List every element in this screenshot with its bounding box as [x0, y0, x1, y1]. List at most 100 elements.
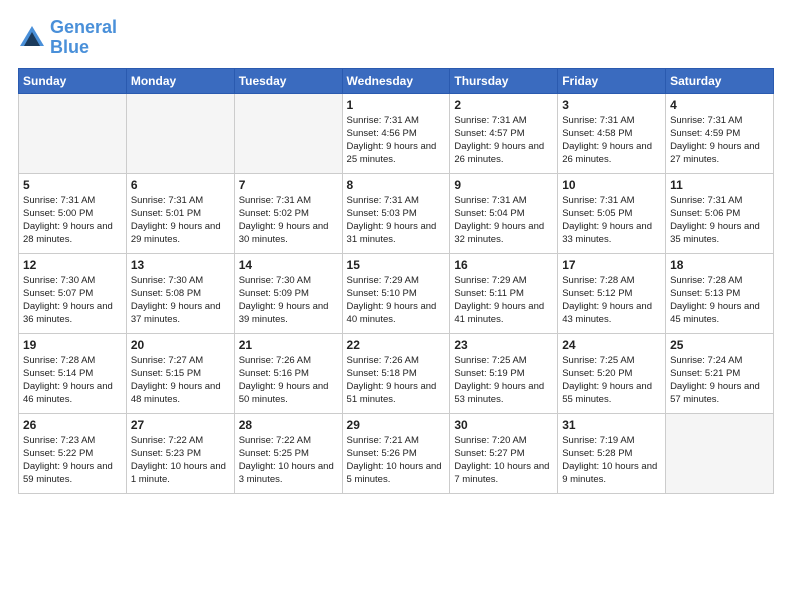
calendar-cell	[234, 93, 342, 173]
weekday-header-monday: Monday	[126, 68, 234, 93]
calendar-cell: 20 Sunrise: 7:27 AM Sunset: 5:15 PM Dayli…	[126, 333, 234, 413]
cell-info: Sunrise: 7:25 AM Sunset: 5:20 PM Dayligh…	[562, 354, 661, 407]
week-row-4: 19 Sunrise: 7:28 AM Sunset: 5:14 PM Dayli…	[19, 333, 774, 413]
logo-text: General Blue	[50, 18, 117, 58]
cell-info: Sunrise: 7:31 AM Sunset: 4:58 PM Dayligh…	[562, 114, 661, 167]
cell-info: Sunrise: 7:30 AM Sunset: 5:08 PM Dayligh…	[131, 274, 230, 327]
calendar-cell: 1Sunrise: 7:31 AM Sunset: 4:56 PM Daylig…	[342, 93, 450, 173]
day-number: 2	[454, 98, 553, 112]
day-number: 21	[239, 338, 338, 352]
day-number: 11	[670, 178, 769, 192]
calendar-cell: 18Sunrise: 7:28 AM Sunset: 5:13 PM Dayli…	[666, 253, 774, 333]
day-number: 26	[23, 418, 122, 432]
calendar-cell: 11 Sunrise: 7:31 AM Sunset: 5:06 PM Dayli…	[666, 173, 774, 253]
day-number: 9	[454, 178, 553, 192]
day-number: 28	[239, 418, 338, 432]
week-row-2: 5 Sunrise: 7:31 AM Sunset: 5:00 PM Daylig…	[19, 173, 774, 253]
calendar-cell: 7 Sunrise: 7:31 AM Sunset: 5:02 PM Daylig…	[234, 173, 342, 253]
calendar-cell: 2 Sunrise: 7:31 AM Sunset: 4:57 PM Daylig…	[450, 93, 558, 173]
cell-info: Sunrise: 7:25 AM Sunset: 5:19 PM Dayligh…	[454, 354, 553, 407]
calendar-cell: 24 Sunrise: 7:25 AM Sunset: 5:20 PM Dayli…	[558, 333, 666, 413]
cell-info: Sunrise: 7:31 AM Sunset: 5:02 PM Dayligh…	[239, 194, 338, 247]
day-number: 14	[239, 258, 338, 272]
logo-icon	[18, 24, 46, 52]
calendar-cell: 16 Sunrise: 7:29 AM Sunset: 5:11 PM Dayli…	[450, 253, 558, 333]
weekday-header-saturday: Saturday	[666, 68, 774, 93]
cell-info: Sunrise: 7:31 AM Sunset: 5:06 PM Dayligh…	[670, 194, 769, 247]
calendar-cell: 15Sunrise: 7:29 AM Sunset: 5:10 PM Dayli…	[342, 253, 450, 333]
page: General Blue SundayMondayTuesdayWednesda…	[0, 0, 792, 612]
calendar-cell: 4 Sunrise: 7:31 AM Sunset: 4:59 PM Daylig…	[666, 93, 774, 173]
day-number: 18	[670, 258, 769, 272]
cell-info: Sunrise: 7:27 AM Sunset: 5:15 PM Dayligh…	[131, 354, 230, 407]
cell-info: Sunrise: 7:31 AM Sunset: 5:03 PM Dayligh…	[347, 194, 446, 247]
day-number: 17	[562, 258, 661, 272]
calendar-cell	[126, 93, 234, 173]
day-number: 31	[562, 418, 661, 432]
cell-info: Sunrise: 7:28 AM Sunset: 5:14 PM Dayligh…	[23, 354, 122, 407]
calendar-cell: 17 Sunrise: 7:28 AM Sunset: 5:12 PM Dayli…	[558, 253, 666, 333]
day-number: 24	[562, 338, 661, 352]
weekday-header-friday: Friday	[558, 68, 666, 93]
calendar-cell: 19 Sunrise: 7:28 AM Sunset: 5:14 PM Dayli…	[19, 333, 127, 413]
calendar-cell: 27 Sunrise: 7:22 AM Sunset: 5:23 PM Dayli…	[126, 413, 234, 493]
day-number: 22	[347, 338, 446, 352]
calendar-cell: 6Sunrise: 7:31 AM Sunset: 5:01 PM Daylig…	[126, 173, 234, 253]
weekday-header-thursday: Thursday	[450, 68, 558, 93]
calendar-table: SundayMondayTuesdayWednesdayThursdayFrid…	[18, 68, 774, 494]
day-number: 29	[347, 418, 446, 432]
day-number: 19	[23, 338, 122, 352]
day-number: 7	[239, 178, 338, 192]
cell-info: Sunrise: 7:31 AM Sunset: 5:04 PM Dayligh…	[454, 194, 553, 247]
calendar-cell: 5 Sunrise: 7:31 AM Sunset: 5:00 PM Daylig…	[19, 173, 127, 253]
calendar-cell	[19, 93, 127, 173]
cell-info: Sunrise: 7:26 AM Sunset: 5:16 PM Dayligh…	[239, 354, 338, 407]
day-number: 20	[131, 338, 230, 352]
day-number: 12	[23, 258, 122, 272]
calendar-cell: 29Sunrise: 7:21 AM Sunset: 5:26 PM Dayli…	[342, 413, 450, 493]
weekday-header-tuesday: Tuesday	[234, 68, 342, 93]
cell-info: Sunrise: 7:31 AM Sunset: 4:59 PM Dayligh…	[670, 114, 769, 167]
cell-info: Sunrise: 7:30 AM Sunset: 5:09 PM Dayligh…	[239, 274, 338, 327]
calendar-cell: 8Sunrise: 7:31 AM Sunset: 5:03 PM Daylig…	[342, 173, 450, 253]
cell-info: Sunrise: 7:22 AM Sunset: 5:23 PM Dayligh…	[131, 434, 230, 487]
header: General Blue	[18, 18, 774, 58]
calendar-cell: 22 Sunrise: 7:26 AM Sunset: 5:18 PM Dayli…	[342, 333, 450, 413]
week-row-3: 12 Sunrise: 7:30 AM Sunset: 5:07 PM Dayli…	[19, 253, 774, 333]
weekday-header-sunday: Sunday	[19, 68, 127, 93]
day-number: 25	[670, 338, 769, 352]
cell-info: Sunrise: 7:24 AM Sunset: 5:21 PM Dayligh…	[670, 354, 769, 407]
day-number: 5	[23, 178, 122, 192]
cell-info: Sunrise: 7:29 AM Sunset: 5:11 PM Dayligh…	[454, 274, 553, 327]
day-number: 13	[131, 258, 230, 272]
calendar-cell: 21 Sunrise: 7:26 AM Sunset: 5:16 PM Dayli…	[234, 333, 342, 413]
weekday-header-row: SundayMondayTuesdayWednesdayThursdayFrid…	[19, 68, 774, 93]
day-number: 3	[562, 98, 661, 112]
day-number: 27	[131, 418, 230, 432]
calendar-cell: 26 Sunrise: 7:23 AM Sunset: 5:22 PM Dayli…	[19, 413, 127, 493]
week-row-1: 1Sunrise: 7:31 AM Sunset: 4:56 PM Daylig…	[19, 93, 774, 173]
calendar-cell: 3 Sunrise: 7:31 AM Sunset: 4:58 PM Daylig…	[558, 93, 666, 173]
cell-info: Sunrise: 7:31 AM Sunset: 4:56 PM Dayligh…	[347, 114, 446, 167]
cell-info: Sunrise: 7:23 AM Sunset: 5:22 PM Dayligh…	[23, 434, 122, 487]
cell-info: Sunrise: 7:30 AM Sunset: 5:07 PM Dayligh…	[23, 274, 122, 327]
calendar-cell: 9 Sunrise: 7:31 AM Sunset: 5:04 PM Daylig…	[450, 173, 558, 253]
cell-info: Sunrise: 7:31 AM Sunset: 5:05 PM Dayligh…	[562, 194, 661, 247]
cell-info: Sunrise: 7:28 AM Sunset: 5:12 PM Dayligh…	[562, 274, 661, 327]
weekday-header-wednesday: Wednesday	[342, 68, 450, 93]
calendar-cell: 28 Sunrise: 7:22 AM Sunset: 5:25 PM Dayli…	[234, 413, 342, 493]
calendar-cell: 25 Sunrise: 7:24 AM Sunset: 5:21 PM Dayli…	[666, 333, 774, 413]
day-number: 4	[670, 98, 769, 112]
calendar-cell: 31Sunrise: 7:19 AM Sunset: 5:28 PM Dayli…	[558, 413, 666, 493]
cell-info: Sunrise: 7:31 AM Sunset: 5:00 PM Dayligh…	[23, 194, 122, 247]
cell-info: Sunrise: 7:26 AM Sunset: 5:18 PM Dayligh…	[347, 354, 446, 407]
cell-info: Sunrise: 7:31 AM Sunset: 4:57 PM Dayligh…	[454, 114, 553, 167]
day-number: 10	[562, 178, 661, 192]
week-row-5: 26 Sunrise: 7:23 AM Sunset: 5:22 PM Dayli…	[19, 413, 774, 493]
calendar-cell: 23Sunrise: 7:25 AM Sunset: 5:19 PM Dayli…	[450, 333, 558, 413]
day-number: 16	[454, 258, 553, 272]
calendar-cell: 14 Sunrise: 7:30 AM Sunset: 5:09 PM Dayli…	[234, 253, 342, 333]
calendar-cell: 30Sunrise: 7:20 AM Sunset: 5:27 PM Dayli…	[450, 413, 558, 493]
cell-info: Sunrise: 7:22 AM Sunset: 5:25 PM Dayligh…	[239, 434, 338, 487]
day-number: 6	[131, 178, 230, 192]
